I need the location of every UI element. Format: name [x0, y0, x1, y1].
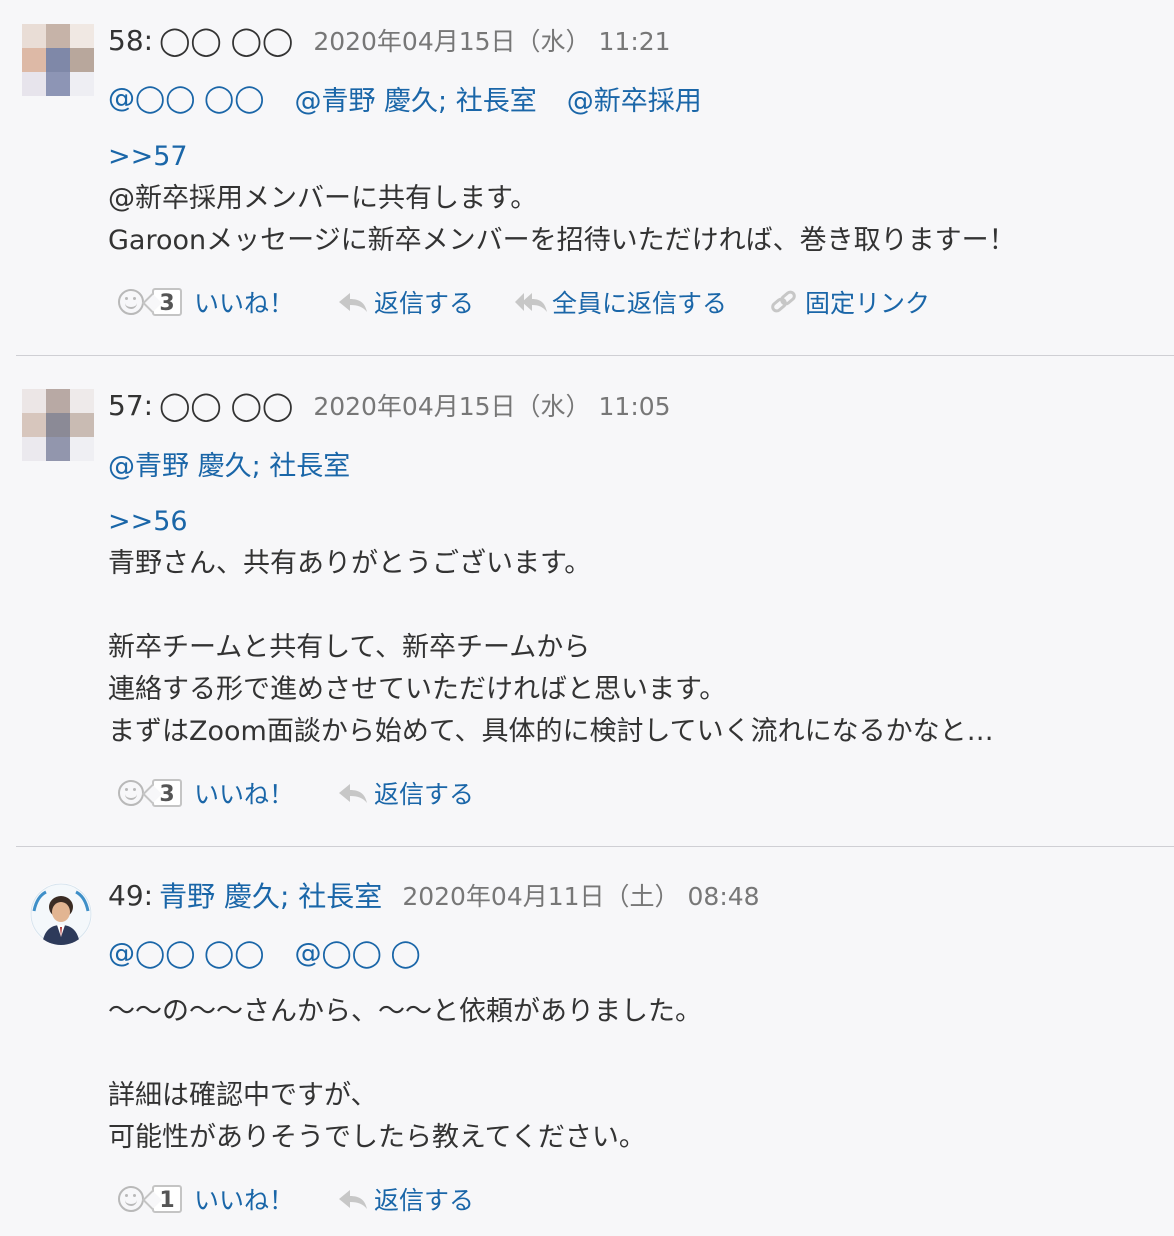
like-button[interactable]: いいね！: [194, 1181, 294, 1217]
post-body: 〜〜の〜〜さんから、〜〜と依頼がありました。 詳細は確認中ですが、 可能性があり…: [108, 991, 1144, 1159]
reply-all-label: 全員に返信する: [552, 289, 728, 318]
post-divider: [16, 846, 1174, 847]
reply-label: 返信する: [374, 289, 475, 318]
body-line: Garoonメッセージに新卒メンバーを招待いただければ、巻き取りますー！: [108, 225, 1016, 256]
reply-label: 返信する: [374, 780, 475, 809]
like-count-badge[interactable]: 3: [152, 288, 182, 316]
body-line: まずはZoom面談から始めて、具体的に検討していく流れになるかなと…: [108, 716, 994, 747]
post-number: 49:: [108, 878, 154, 912]
reply-all-icon: [515, 293, 548, 312]
avatar[interactable]: [22, 389, 94, 461]
avatar[interactable]: [22, 24, 94, 96]
user-photo-icon: [30, 883, 92, 945]
body-line: 詳細は確認中ですが、: [108, 1080, 378, 1111]
reply-arrow-icon: [339, 784, 368, 803]
body-line: 可能性がありそうでしたら教えてください。: [108, 1122, 646, 1153]
post-divider: [16, 355, 1174, 356]
post-header: 58: ◯◯ ◯◯ 2020年04月15日（水） 11:21: [108, 20, 1144, 60]
smile-icon[interactable]: [118, 780, 144, 806]
post-number: 58:: [108, 23, 154, 57]
like-count-badge[interactable]: 3: [152, 779, 182, 807]
mention-list: @◯◯ ◯◯ @青野 慶久; 社長室 @新卒採用: [108, 76, 1144, 120]
post-actions: 3 いいね！ 返信する: [108, 771, 1144, 815]
body-line: 新卒チームと共有して、新卒チームから: [108, 632, 591, 663]
post-timestamp: 2020年04月15日（水） 11:05: [313, 392, 671, 421]
link-chain-icon: [771, 290, 796, 313]
thread-comment-list: 58: ◯◯ ◯◯ 2020年04月15日（水） 11:21 @◯◯ ◯◯ @青…: [0, 0, 1174, 1236]
mention-link[interactable]: @青野 慶久; 社長室: [108, 444, 350, 483]
mention-link[interactable]: @◯◯ ◯◯: [108, 83, 264, 114]
reply-button[interactable]: 返信する: [336, 1181, 474, 1217]
post-body: >>56 青野さん、共有ありがとうございます。 新卒チームと共有して、新卒チーム…: [108, 501, 1144, 753]
body-line-blank: [108, 585, 1144, 627]
reply-button[interactable]: 返信する: [336, 775, 474, 811]
body-line-blank: [108, 1033, 1144, 1075]
smile-icon[interactable]: [118, 289, 144, 315]
post-header: 49: 青野 慶久; 社長室 2020年04月11日（土） 08:48: [108, 875, 1144, 915]
body-line: @新卒採用メンバーに共有します。: [108, 183, 538, 214]
mention-link[interactable]: @◯◯ ◯: [294, 938, 420, 969]
post-author: ◯◯ ◯◯: [159, 23, 294, 57]
like-button[interactable]: いいね！: [194, 775, 294, 811]
post-actions: 3 いいね！ 返信する 全員に返信する 固定リンク: [108, 280, 1144, 324]
post-author-link[interactable]: 青野 慶久; 社長室: [159, 875, 382, 915]
reply-arrow-icon: [339, 293, 368, 312]
smile-icon[interactable]: [118, 1186, 144, 1212]
reply-to-link[interactable]: >>57: [108, 136, 1144, 178]
like-count-badge[interactable]: 1: [152, 1185, 182, 1213]
mention-link[interactable]: @青野 慶久; 社長室: [294, 79, 536, 118]
body-line: 〜〜の〜〜さんから、〜〜と依頼がありました。: [108, 996, 702, 1027]
avatar[interactable]: [30, 883, 92, 945]
reply-to-link[interactable]: >>56: [108, 501, 1144, 543]
post-timestamp: 2020年04月11日（土） 08:48: [402, 882, 760, 911]
reply-label: 返信する: [374, 1186, 475, 1215]
reply-arrow-icon: [339, 1190, 368, 1209]
post-body: >>57 @新卒採用メンバーに共有します。 Garoonメッセージに新卒メンバー…: [108, 136, 1144, 262]
like-button[interactable]: いいね！: [194, 284, 294, 320]
mention-list: @◯◯ ◯◯ @◯◯ ◯: [108, 931, 1144, 975]
body-line: 青野さん、共有ありがとうございます。: [108, 548, 592, 579]
mention-list: @青野 慶久; 社長室: [108, 441, 1144, 485]
mention-link[interactable]: @新卒採用: [567, 79, 702, 118]
post-timestamp: 2020年04月15日（水） 11:21: [313, 27, 671, 56]
post-header: 57: ◯◯ ◯◯ 2020年04月15日（水） 11:05: [108, 385, 1144, 425]
post-actions: 1 いいね！ 返信する: [108, 1177, 1144, 1221]
permalink-button[interactable]: 固定リンク: [767, 284, 930, 320]
body-line: 連絡する形で進めさせていただければと思います。: [108, 674, 727, 705]
post-author: ◯◯ ◯◯: [159, 388, 294, 422]
reply-button[interactable]: 返信する: [336, 284, 474, 320]
reply-all-button[interactable]: 全員に返信する: [514, 284, 727, 320]
post-number: 57:: [108, 388, 154, 422]
permalink-label: 固定リンク: [805, 289, 931, 318]
mention-link[interactable]: @◯◯ ◯◯: [108, 938, 264, 969]
